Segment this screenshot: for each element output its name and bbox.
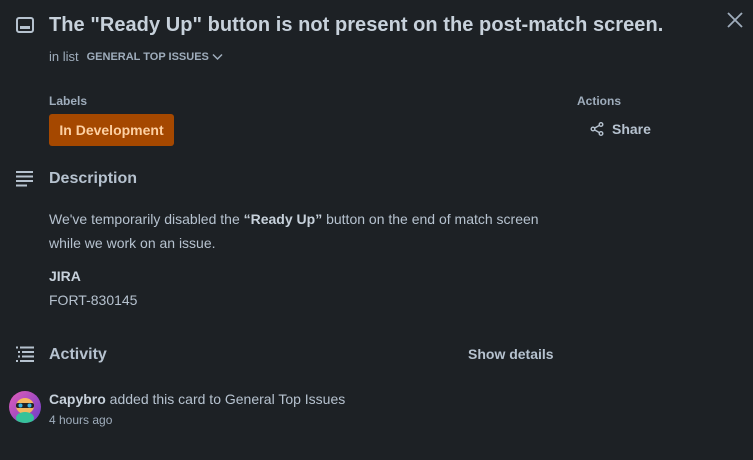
share-button[interactable]: Share [590,121,651,137]
activity-heading: Activity [49,346,107,363]
activity-author[interactable]: Capybro [49,391,106,407]
description-icon [15,170,35,188]
share-icon [590,122,604,136]
list-name-dropdown[interactable]: GENERAL TOP ISSUES [87,51,223,63]
labels-heading: Labels [49,94,88,108]
avatar[interactable] [9,391,41,423]
list-name: GENERAL TOP ISSUES [86,50,209,63]
description-text-start: We've temporarily disabled the [49,211,244,227]
activity-icon [15,345,35,363]
card-icon [16,17,34,33]
description-heading: Description [49,170,138,187]
actions-heading: Actions [577,94,622,108]
activity-timestamp[interactable]: 4 hours ago [49,413,112,427]
activity-entry-text: Capybro added this card to General Top I… [49,391,345,407]
description-text[interactable]: We've temporarily disabled the “Ready Up… [49,207,549,255]
share-label: Share [612,121,651,137]
description-text-bold: “Ready Up” [243,211,323,227]
card-title[interactable]: The "Ready Up" button is not present on … [49,14,663,37]
jira-heading: JIRA [49,268,81,284]
activity-action: added this card to General Top Issues [105,391,346,407]
chevron-down-icon [212,53,223,60]
in-list-row: in list GENERAL TOP ISSUES [49,49,223,64]
jira-value: FORT-830145 [49,292,138,308]
in-list-prefix: in list [49,49,79,64]
show-details-button[interactable]: Show details [468,346,554,362]
label-in-development[interactable]: In Development [49,114,174,146]
close-icon[interactable] [725,10,745,30]
